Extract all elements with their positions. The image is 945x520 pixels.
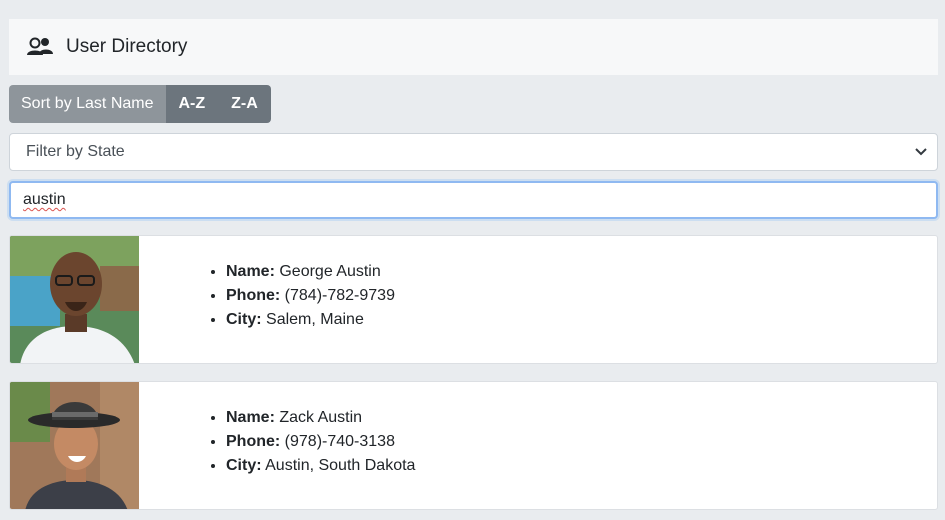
user-city-row: City: Salem, Maine xyxy=(226,308,395,332)
user-city-row: City: Austin, South Dakota xyxy=(226,454,415,478)
page-title: User Directory xyxy=(66,36,188,57)
user-details: Name: George Austin Phone: (784)-782-973… xyxy=(208,260,395,332)
user-name: George Austin xyxy=(279,263,381,280)
sort-asc-button[interactable]: A-Z xyxy=(165,85,219,123)
users-icon xyxy=(26,37,54,57)
search-input[interactable]: austin xyxy=(9,181,938,219)
user-phone-row: Phone: (784)-782-9739 xyxy=(226,284,395,308)
user-details: Name: Zack Austin Phone: (978)-740-3138 … xyxy=(208,406,415,478)
state-filter-value: Filter by State xyxy=(26,143,125,160)
phone-label: Phone: xyxy=(226,287,281,304)
sort-button-group: Sort by Last Name A-Z Z-A xyxy=(9,85,271,123)
search-input-value: austin xyxy=(23,191,66,208)
user-city: Austin, South Dakota xyxy=(265,457,416,474)
name-label: Name: xyxy=(226,263,275,280)
app-header: User Directory xyxy=(9,19,938,75)
user-name-row: Name: Zack Austin xyxy=(226,406,415,430)
user-name-row: Name: George Austin xyxy=(226,260,395,284)
user-city: Salem, Maine xyxy=(266,311,364,328)
phone-label: Phone: xyxy=(226,433,281,450)
name-label: Name: xyxy=(226,409,275,426)
user-phone-row: Phone: (978)-740-3138 xyxy=(226,430,415,454)
user-phone: (784)-782-9739 xyxy=(284,287,395,304)
user-card: Name: Zack Austin Phone: (978)-740-3138 … xyxy=(9,381,938,510)
sort-desc-button[interactable]: Z-A xyxy=(218,85,271,123)
sort-label: Sort by Last Name xyxy=(9,85,166,123)
state-filter-select[interactable]: Filter by State xyxy=(9,133,938,171)
user-photo xyxy=(10,236,139,363)
chevron-down-icon xyxy=(915,143,927,161)
city-label: City: xyxy=(226,311,262,328)
city-label: City: xyxy=(226,457,262,474)
user-name: Zack Austin xyxy=(279,409,363,426)
user-photo xyxy=(10,382,139,509)
user-phone: (978)-740-3138 xyxy=(284,433,395,450)
user-card: Name: George Austin Phone: (784)-782-973… xyxy=(9,235,938,364)
